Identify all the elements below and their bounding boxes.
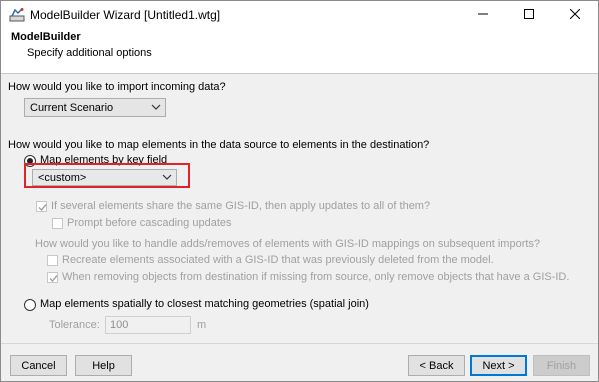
finish-button[interactable]: Finish [533, 355, 590, 376]
close-button[interactable] [552, 1, 598, 29]
import-mode-select[interactable]: Current Scenario [24, 98, 166, 117]
footer-divider [1, 343, 598, 344]
back-button[interactable]: < Back [408, 355, 465, 376]
chevron-down-icon [162, 172, 172, 182]
prompt-cascade-label: Prompt before cascading updates [67, 217, 232, 229]
header-title: ModelBuilder [11, 31, 81, 43]
wizard-window: ModelBuilder Wizard [Untitled1.wtg] Mode… [0, 0, 599, 382]
tolerance-input[interactable]: 100 [105, 316, 191, 334]
chevron-down-icon [151, 102, 161, 112]
remove-only-checkbox[interactable] [47, 272, 58, 283]
prompt-cascade-checkbox[interactable] [52, 218, 63, 229]
next-button-label: Next > [482, 359, 515, 372]
key-field-value: <custom> [38, 172, 87, 184]
help-button-label: Help [92, 359, 115, 372]
remove-only-label: When removing objects from destination i… [62, 271, 570, 283]
maximize-icon [524, 8, 534, 22]
minimize-icon [478, 9, 488, 22]
close-icon [569, 8, 581, 22]
tolerance-value: 100 [110, 319, 129, 331]
minimize-button[interactable] [460, 1, 506, 29]
app-icon [9, 7, 25, 23]
cancel-button-label: Cancel [21, 359, 56, 372]
window-title: ModelBuilder Wizard [Untitled1.wtg] [30, 8, 221, 22]
shared-gis-id-checkbox[interactable] [36, 201, 47, 212]
next-button[interactable]: Next > [470, 355, 527, 376]
cancel-button[interactable]: Cancel [10, 355, 67, 376]
wizard-header: ModelBuilder Specify additional options [1, 29, 598, 74]
tolerance-unit: m [197, 319, 207, 331]
import-mode-value: Current Scenario [30, 102, 114, 114]
maximize-button[interactable] [506, 1, 552, 29]
spatial-join-radio[interactable] [24, 299, 36, 311]
recreate-checkbox[interactable] [47, 255, 58, 266]
title-bar: ModelBuilder Wizard [Untitled1.wtg] [1, 1, 598, 29]
mapping-question: How would you like to map elements in th… [8, 139, 430, 151]
finish-button-label: Finish [546, 359, 577, 372]
key-field-select[interactable]: <custom> [32, 169, 177, 186]
checkmark-icon [38, 204, 47, 212]
recreate-label: Recreate elements associated with a GIS-… [62, 254, 494, 266]
import-question: How would you like to import incoming da… [8, 81, 226, 93]
back-button-label: < Back [419, 359, 454, 372]
checkmark-icon [49, 275, 58, 283]
shared-gis-id-label: If several elements share the same GIS-I… [51, 200, 431, 212]
header-subtitle: Specify additional options [27, 47, 152, 59]
tolerance-label: Tolerance: [49, 319, 100, 331]
help-button[interactable]: Help [75, 355, 132, 376]
handle-question: How would you like to handle adds/remove… [35, 238, 541, 250]
spatial-join-label: Map elements spatially to closest matchi… [40, 298, 369, 310]
